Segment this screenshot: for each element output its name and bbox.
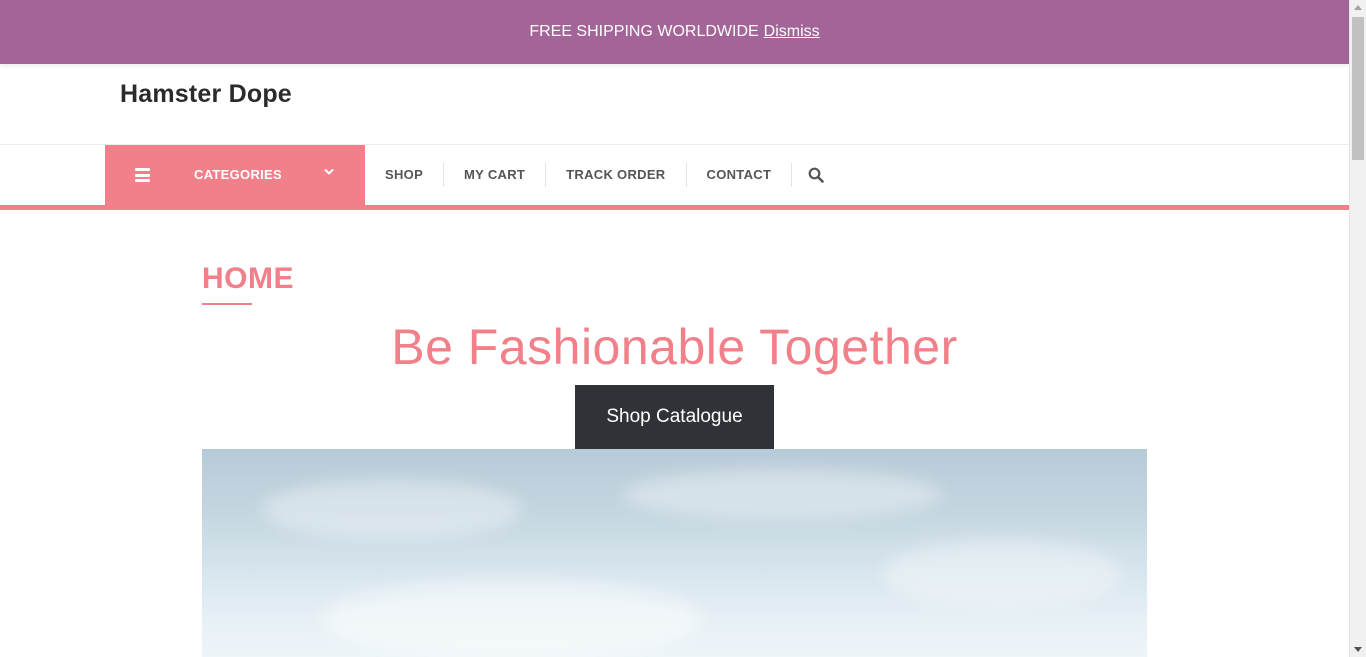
menu-item-contact[interactable]: CONTACT <box>687 163 793 187</box>
menu-icon <box>135 168 150 182</box>
primary-navigation: CATEGORIES SHOP MY CART TRACK ORDER CONT… <box>0 145 1349 205</box>
menu-item-track-order[interactable]: TRACK ORDER <box>546 163 687 187</box>
site-title[interactable]: Hamster Dope <box>120 80 292 109</box>
page-scrollbar[interactable] <box>1349 0 1366 657</box>
main-menu: SHOP MY CART TRACK ORDER CONTACT <box>365 145 840 205</box>
nav-accent-border <box>0 205 1349 210</box>
search-button[interactable] <box>792 163 840 187</box>
categories-label: CATEGORIES <box>194 167 282 182</box>
notice-bar: FREE SHIPPING WORLDWIDE Dismiss <box>0 0 1349 64</box>
hero-heading: Be Fashionable Together <box>391 319 958 375</box>
title-underline <box>202 303 252 305</box>
dismiss-link[interactable]: Dismiss <box>764 23 820 41</box>
search-icon <box>808 167 824 183</box>
page-title: HOME <box>202 262 294 295</box>
scroll-up-icon[interactable] <box>1354 5 1362 10</box>
scroll-down-icon[interactable] <box>1354 647 1362 652</box>
menu-item-my-cart[interactable]: MY CART <box>444 163 547 187</box>
categories-toggle[interactable]: CATEGORIES <box>105 145 365 205</box>
hero-image <box>202 449 1147 657</box>
site-header: Hamster Dope <box>0 64 1349 145</box>
scrollbar-thumb[interactable] <box>1352 17 1364 160</box>
notice-text: FREE SHIPPING WORLDWIDE <box>529 23 759 40</box>
shop-catalogue-button[interactable]: Shop Catalogue <box>575 385 774 449</box>
chevron-down-icon <box>324 169 334 175</box>
menu-item-shop[interactable]: SHOP <box>365 163 445 187</box>
